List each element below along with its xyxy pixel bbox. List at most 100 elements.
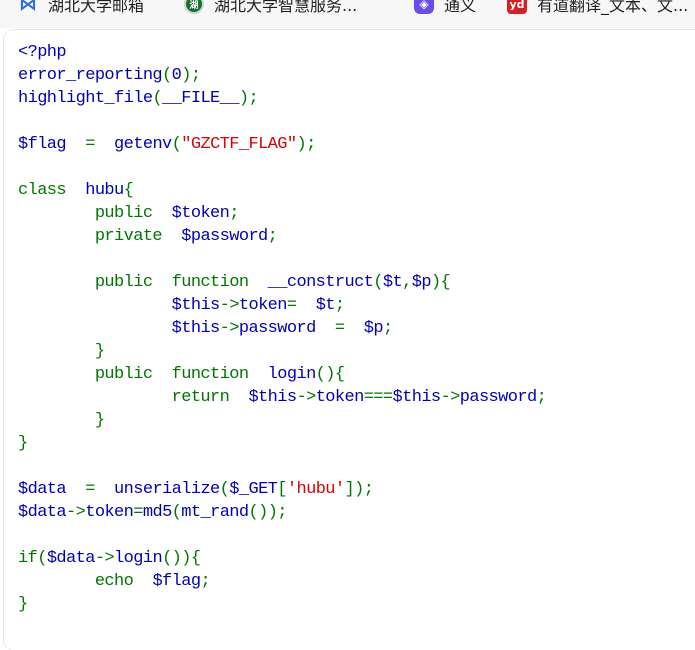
- bookmark-label: 湖北大学智慧服务...: [214, 0, 358, 15]
- code-line: }: [18, 593, 546, 616]
- code-token: unserialize: [114, 480, 220, 499]
- code-line: public function login(){: [18, 363, 546, 386]
- code-token: (){: [315, 365, 345, 384]
- code-line: $flag = getenv("GZCTF_FLAG");: [18, 133, 546, 156]
- code-token: [: [277, 480, 287, 499]
- code-token: password: [238, 319, 335, 338]
- code-token: <?php: [18, 43, 67, 62]
- code-token: ->: [94, 549, 115, 568]
- code-token: }: [18, 595, 28, 614]
- code-token: echo: [18, 572, 153, 591]
- code-token: );: [238, 89, 259, 108]
- code-token: mt_rand: [181, 503, 249, 522]
- code-line: public function __construct($t,$p){: [18, 271, 546, 294]
- code-token: login: [267, 365, 317, 384]
- code-token: }: [18, 434, 28, 453]
- code-line: $data->token=md5(mt_rand());: [18, 501, 546, 524]
- code-token: class: [18, 181, 86, 200]
- code-line: return $this->token===$this->password;: [18, 386, 547, 409]
- code-line: }: [18, 340, 546, 363]
- code-token: $p: [411, 273, 432, 292]
- code-token: ;: [267, 227, 278, 246]
- code-line: echo $flag;: [18, 570, 546, 593]
- code-token: if(: [18, 549, 47, 568]
- code-token: }: [18, 342, 105, 361]
- code-token: __FILE__: [162, 89, 239, 108]
- code-token: =: [66, 480, 115, 499]
- bookmark-youdao[interactable]: yd 有道翻译_文本、文...: [507, 0, 688, 17]
- code-token: public function: [18, 365, 268, 384]
- code-token: login: [114, 549, 163, 568]
- code-line: private $password;: [18, 225, 546, 248]
- code-token: __construct: [267, 273, 374, 292]
- code-token: ;: [229, 204, 239, 223]
- code-token: (: [373, 273, 383, 292]
- code-token: private: [18, 227, 182, 246]
- code-line: public $token;: [18, 202, 546, 225]
- code-token: ;: [200, 572, 211, 591]
- code-token: (: [171, 135, 182, 154]
- code-line: }: [18, 409, 546, 432]
- code-token: $this: [392, 388, 442, 407]
- code-token: ;: [536, 388, 547, 407]
- code-line: if($data->login()){: [18, 547, 546, 570]
- code-line: <?php: [18, 41, 546, 64]
- code-token: ]);: [344, 480, 374, 499]
- code-token: =: [133, 503, 143, 522]
- bookmark-tongyi[interactable]: ◈ 通义: [414, 0, 476, 17]
- code-token: token: [85, 503, 134, 522]
- code-token: $p: [363, 319, 384, 338]
- code-token: (: [162, 66, 172, 85]
- code-token: token: [315, 388, 365, 407]
- code-token: return: [18, 388, 249, 407]
- code-token: highlight_file: [18, 89, 153, 108]
- code-token: public function: [18, 273, 268, 292]
- code-token: ;: [334, 296, 345, 315]
- code-line: class hubu{: [18, 179, 546, 202]
- bookmark-label: 有道翻译_文本、文...: [537, 0, 689, 15]
- code-token: error_reporting: [18, 66, 163, 85]
- code-token: 'hubu': [286, 480, 345, 499]
- code-token: 0: [171, 66, 182, 85]
- code-token: getenv: [114, 135, 172, 154]
- code-line: }: [18, 432, 546, 455]
- bookmark-hubu-mail[interactable]: ⋈ 湖北大学邮箱: [18, 0, 144, 17]
- university-seal-icon: 湖: [184, 0, 204, 14]
- tongyi-logo-icon: ◈: [414, 0, 434, 14]
- code-token: $this: [171, 296, 221, 315]
- bookmark-hubu-service[interactable]: 湖 湖北大学智慧服务...: [184, 0, 357, 17]
- code-token: (: [152, 89, 163, 108]
- code-token: (: [219, 480, 230, 499]
- code-token: $password: [181, 227, 268, 246]
- code-token: $flag: [18, 135, 67, 154]
- code-token: hubu: [85, 181, 124, 200]
- code-token: =: [286, 296, 316, 315]
- php-source-code: <?php error_reporting(0); highlight_file(_…: [18, 41, 547, 616]
- code-line: $this->password = $p;: [18, 317, 546, 340]
- code-token: ;: [382, 319, 393, 338]
- bookmark-label: 通义: [444, 0, 477, 15]
- code-line: $this->token= $t;: [18, 294, 546, 317]
- code-token: $this: [171, 319, 221, 338]
- code-token: $flag: [152, 572, 201, 591]
- code-token: ===: [363, 388, 393, 407]
- code-token: md5: [142, 503, 172, 522]
- code-token: $this: [248, 388, 297, 407]
- mail-logo-icon: ⋈: [19, 0, 37, 15]
- code-token: $t: [315, 296, 336, 315]
- code-token: $data: [18, 480, 67, 499]
- code-line: error_reporting(0);: [18, 64, 546, 87]
- code-token: ->: [219, 319, 240, 338]
- code-token: $_GET: [229, 480, 278, 499]
- code-line: $data = unserialize($_GET['hubu']);: [18, 478, 546, 501]
- code-token: =: [66, 135, 115, 154]
- code-token: );: [296, 135, 317, 154]
- youdao-logo-icon: yd: [507, 0, 527, 14]
- code-token: {: [123, 181, 134, 200]
